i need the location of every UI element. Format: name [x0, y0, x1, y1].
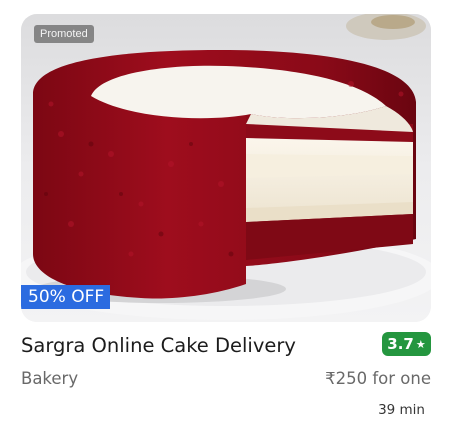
price-for-one: ₹250 for one	[325, 369, 431, 388]
star-icon: ★	[415, 337, 426, 351]
delivery-time: 39 min	[378, 402, 425, 418]
offer-badge: 50% OFF	[21, 285, 111, 309]
promoted-badge: Promoted	[34, 25, 94, 43]
rating-value: 3.7	[387, 335, 414, 353]
rating-badge: 3.7 ★	[382, 332, 431, 356]
cuisine-label: Bakery	[21, 369, 79, 388]
restaurant-card[interactable]: Promoted 50% OFF Sargra Online Cake Deli…	[0, 0, 458, 435]
restaurant-name[interactable]: Sargra Online Cake Delivery	[21, 332, 296, 360]
restaurant-image[interactable]: Promoted 50% OFF	[21, 14, 431, 322]
red-velvet-cake-image	[21, 14, 431, 322]
